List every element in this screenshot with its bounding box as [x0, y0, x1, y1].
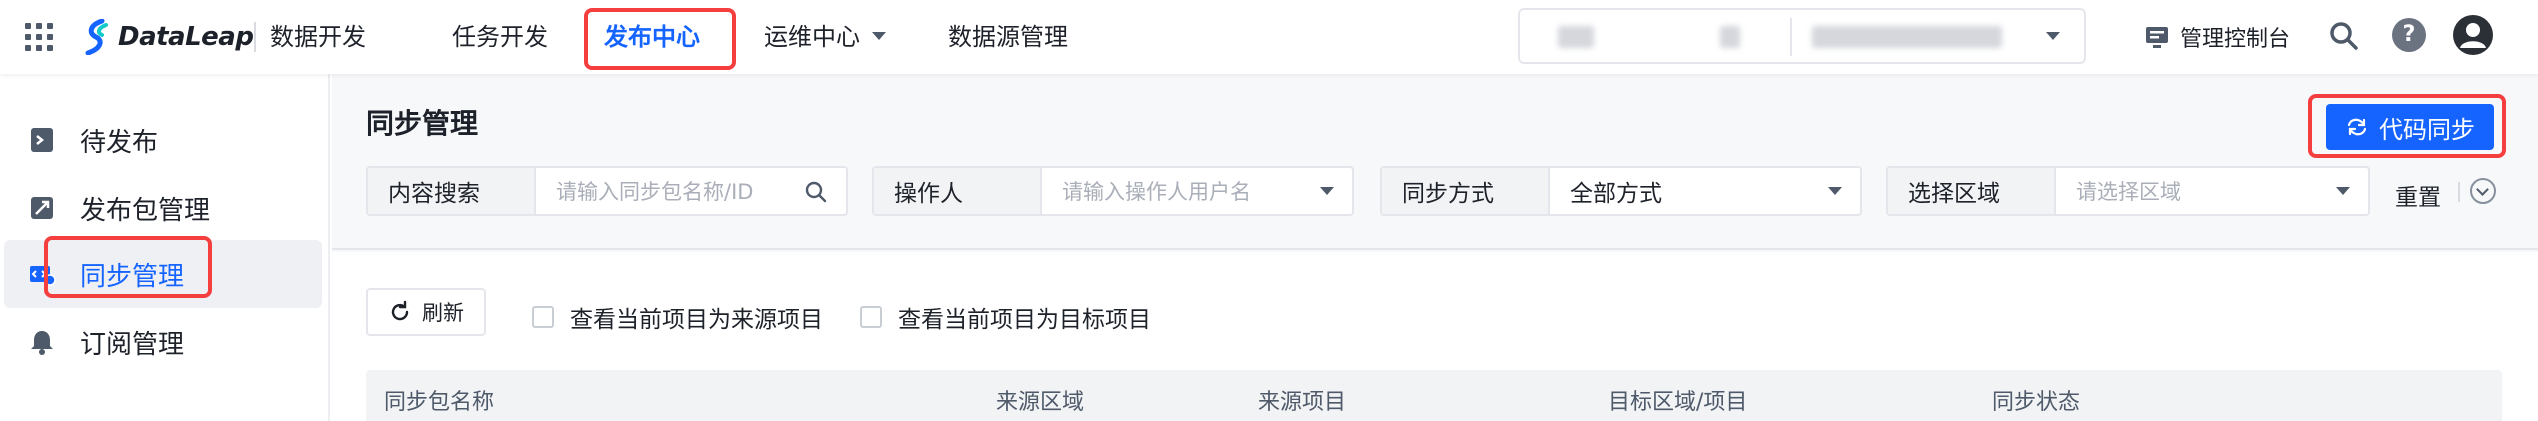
chevron-down-icon	[1320, 187, 1334, 195]
checkbox-box[interactable]	[860, 306, 882, 328]
app-grid-icon[interactable]	[24, 22, 54, 52]
product-name[interactable]: 数据开发	[270, 20, 366, 54]
chevron-down-icon	[2046, 32, 2060, 40]
logo-divider	[254, 22, 256, 52]
operator-filter: 操作人 请输入操作人用户名	[872, 166, 1354, 216]
operator-placeholder: 请输入操作人用户名	[1062, 180, 1251, 204]
top-navbar: DataLeap 数据开发 任务开发 发布中心 运维中心 数据源管理 管理控制台…	[0, 0, 2538, 74]
code-sync-button[interactable]: 代码同步	[2326, 104, 2494, 150]
code-sync-icon	[30, 266, 56, 286]
nav-datasource-mgmt[interactable]: 数据源管理	[948, 20, 1068, 54]
page-title: 同步管理	[366, 107, 479, 140]
bell-icon	[31, 331, 53, 355]
logo-text: DataLeap	[118, 22, 254, 52]
table-header: 同步包名称 来源区域 来源项目 目标区域/项目 同步状态	[366, 370, 2502, 421]
nav-ops-center[interactable]: 运维中心	[764, 20, 886, 54]
nav-release-center[interactable]: 发布中心	[604, 20, 700, 54]
code-sync-label: 代码同步	[2379, 115, 2475, 144]
column-header-source-project: 来源项目	[1258, 390, 1347, 415]
region-select[interactable]: 请选择区域	[2056, 168, 2368, 214]
expand-filters-icon[interactable]	[2470, 178, 2496, 204]
checkbox-target-project[interactable]: 查看当前项目为目标项目	[860, 300, 1151, 334]
reset-button[interactable]: 重置	[2395, 178, 2441, 212]
refresh-icon	[391, 300, 409, 321]
nav-ops-center-label: 运维中心	[764, 23, 860, 51]
list-panel: 刷新 查看当前项目为来源项目 查看当前项目为目标项目 同步包名称 来源区域 来源…	[332, 252, 2538, 421]
filter-label: 操作人	[874, 168, 1042, 214]
main-content: 同步管理 代码同步 内容搜索 请输入同步包名称/ID 操作人 请输入操作人用户名…	[332, 74, 2538, 421]
sidebar-item-pending-release[interactable]: 待发布	[0, 106, 322, 174]
nav-task-dev[interactable]: 任务开发	[452, 20, 548, 54]
column-header-source-region: 来源区域	[996, 390, 1085, 415]
dataleap-logo[interactable]: DataLeap	[82, 18, 254, 56]
sync-method-filter: 同步方式 全部方式	[1380, 166, 1862, 216]
sidebar-item-package-mgmt[interactable]: 发布包管理	[0, 174, 322, 242]
region-placeholder: 请选择区域	[2076, 180, 2181, 204]
chevron-down-icon	[872, 32, 886, 40]
chevron-down-icon	[2336, 187, 2350, 195]
console-icon	[2146, 27, 2168, 48]
dataleap-logo-icon	[85, 19, 108, 55]
filter-label: 选择区域	[1888, 168, 2056, 214]
redacted-region	[1558, 26, 1594, 48]
project-selector-divider	[1790, 18, 1792, 56]
content-search-placeholder: 请输入同步包名称/ID	[556, 180, 754, 204]
content-search-input[interactable]: 请输入同步包名称/ID	[536, 168, 846, 214]
sidebar-item-label: 订阅管理	[80, 329, 185, 360]
sidebar: 待发布 发布包管理 同步管理 订阅管理	[0, 74, 330, 421]
filter-label: 同步方式	[1382, 168, 1550, 214]
terminal-doc-icon	[31, 128, 53, 152]
sidebar-item-label: 同步管理	[80, 261, 185, 292]
redacted-project	[1812, 26, 2002, 48]
search-icon[interactable]	[2328, 20, 2360, 52]
refresh-button[interactable]: 刷新	[366, 288, 486, 336]
column-header-target-region-project: 目标区域/项目	[1608, 390, 1748, 415]
help-icon[interactable]: ?	[2392, 18, 2426, 52]
sidebar-item-subscription-mgmt[interactable]: 订阅管理	[0, 308, 322, 376]
sync-icon	[2347, 118, 2367, 136]
project-selector[interactable]	[1518, 8, 2086, 64]
checkbox-box[interactable]	[532, 306, 554, 328]
region-filter: 选择区域 请选择区域	[1886, 166, 2370, 216]
divider	[2458, 182, 2460, 202]
operator-select[interactable]: 请输入操作人用户名	[1042, 168, 1352, 214]
chevron-down-icon	[1828, 187, 1842, 195]
column-header-package-name: 同步包名称	[384, 390, 495, 415]
sidebar-item-sync-mgmt[interactable]: 同步管理	[4, 240, 322, 308]
checkbox-label: 查看当前项目为来源项目	[570, 307, 823, 333]
content-search-filter: 内容搜索 请输入同步包名称/ID	[366, 166, 848, 216]
admin-console-label: 管理控制台	[2180, 27, 2291, 52]
avatar[interactable]	[2452, 14, 2494, 56]
refresh-label: 刷新	[422, 301, 464, 325]
checkbox-label: 查看当前项目为目标项目	[898, 307, 1151, 333]
checkbox-source-project[interactable]: 查看当前项目为来源项目	[532, 300, 823, 334]
filter-panel: 同步管理 代码同步 内容搜索 请输入同步包名称/ID 操作人 请输入操作人用户名…	[332, 74, 2538, 250]
filter-label: 内容搜索	[368, 168, 536, 214]
sidebar-item-label: 待发布	[80, 127, 159, 158]
sync-method-value: 全部方式	[1570, 181, 1662, 207]
package-icon	[31, 197, 53, 219]
sync-method-select[interactable]: 全部方式	[1550, 168, 1860, 214]
admin-console-link[interactable]: 管理控制台	[2144, 20, 2290, 54]
redacted-region	[1720, 26, 1740, 48]
search-icon[interactable]	[804, 180, 828, 204]
sidebar-item-label: 发布包管理	[80, 195, 211, 226]
column-header-sync-status: 同步状态	[1992, 390, 2081, 415]
